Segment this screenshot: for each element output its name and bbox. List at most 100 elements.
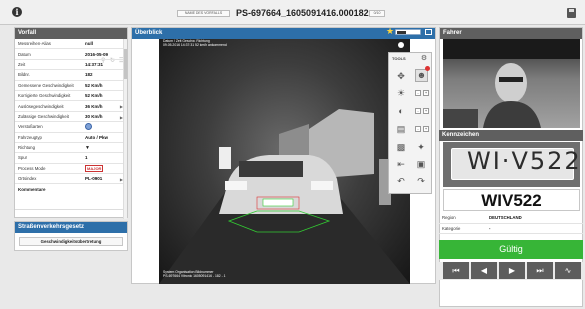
- region-label: Region: [442, 215, 456, 221]
- incident-row-label: Messreihen-Alias: [18, 41, 51, 47]
- incident-row: Richtung ▼: [15, 143, 127, 154]
- move-icon[interactable]: ✥: [396, 71, 406, 81]
- case-id: PS-697664_1605091416.000182: [236, 8, 369, 18]
- incident-row: Bildnr. 182: [15, 70, 127, 81]
- plate-value[interactable]: WIV522: [443, 189, 580, 211]
- camera-icon[interactable]: [398, 42, 404, 48]
- incident-row-value[interactable]: 52 Km/h: [85, 93, 103, 98]
- close-badge-icon[interactable]: [425, 66, 430, 71]
- contrast-icon[interactable]: ◐: [396, 106, 406, 116]
- driver-illustration: [443, 39, 580, 128]
- case-name-label[interactable]: NAME DES VORFALLS: [177, 10, 230, 17]
- law-panel-title: Straßenverkehrsgesetz: [15, 222, 127, 233]
- incident-row-value[interactable]: 36 Km/h: [85, 104, 103, 109]
- law-panel: Straßenverkehrsgesetz Geschwindigkeitsüb…: [14, 221, 128, 251]
- incident-row-label: Fahrzeugtyp: [18, 134, 42, 140]
- incident-row: Zulässige Geschwindigkeit 30 Km/h ▶: [15, 112, 127, 123]
- incident-row-value[interactable]: Auto / Pkw: [85, 135, 108, 140]
- incident-row-label: Spur: [18, 155, 28, 161]
- incident-row: Gemessene Geschwindigkeit 52 Km/h: [15, 81, 127, 91]
- comments-label: Kommentare: [18, 187, 46, 193]
- incident-row-label: Bildnr.: [18, 72, 30, 78]
- speeding-offense-button[interactable]: Geschwindigkeitsübertretung: [19, 237, 123, 246]
- undo-icon[interactable]: ↶: [396, 176, 406, 186]
- magic-wand-icon[interactable]: ✦: [416, 142, 426, 152]
- photo-overlay-top: Datum / Zeit Geschw. Richtung 09.05.2016…: [163, 39, 227, 47]
- incident-row-value[interactable]: null: [85, 41, 93, 46]
- incident-row-label: Verstoßarten: [18, 124, 43, 130]
- valid-button[interactable]: Gültig: [439, 240, 583, 259]
- star-icon[interactable]: ★: [386, 26, 394, 37]
- step-back-icon[interactable]: ⇤: [396, 159, 406, 169]
- overlay-bottom-values: PS-697664 Vitronic 1605091416 - 182 - 1: [163, 274, 226, 278]
- navigation-bar: ⏮ ◀ ▶ ⏭ ∿: [439, 262, 583, 280]
- category-label: Kategorie: [442, 225, 461, 231]
- direction-arrow-icon: ▼: [85, 144, 90, 151]
- previous-icon[interactable]: ◀: [471, 262, 497, 279]
- incident-row-label: Korrigierte Geschwindigkeit: [18, 93, 71, 99]
- histogram-icon[interactable]: ▩: [396, 142, 406, 152]
- contrast-minus-button[interactable]: -: [415, 108, 421, 114]
- region-value[interactable]: DEUTSCHLAND: [489, 215, 522, 220]
- levels-plus-button[interactable]: +: [423, 126, 429, 132]
- save-icon[interactable]: [567, 8, 576, 18]
- levels-icon[interactable]: ▤: [396, 124, 406, 134]
- incident-row: Zeit 14:37:31: [15, 60, 127, 71]
- incident-row-value[interactable]: 182: [85, 72, 93, 77]
- incident-row-label: Richtung: [18, 145, 35, 151]
- case-count: 0/10: [369, 10, 385, 17]
- brightness-icon[interactable]: ☀: [396, 88, 406, 98]
- incident-row-label: Ortsindex: [18, 176, 37, 182]
- incident-row: Ortsindex PL-0901 ▶: [15, 174, 127, 185]
- first-icon[interactable]: ⏮: [443, 262, 469, 279]
- incident-row-value[interactable]: PL-0901: [85, 176, 102, 181]
- evidence-photo[interactable]: [159, 39, 410, 284]
- incident-row: Spur 1: [15, 153, 127, 164]
- info-icon[interactable]: i: [12, 7, 22, 17]
- redo-icon[interactable]: ↷: [416, 176, 426, 186]
- last-icon[interactable]: ⏭: [527, 262, 553, 279]
- plate-details: Region DEUTSCHLAND Kategorie -: [439, 213, 583, 234]
- incident-panel-title: Vorfall ⚲ ↻ ☰: [15, 28, 127, 64]
- incident-row: Fahrzeugtyp Auto / Pkw: [15, 133, 127, 143]
- process-mode-badge[interactable]: MAJOR: [85, 164, 104, 172]
- levels-minus-button[interactable]: -: [415, 126, 421, 132]
- contrast-plus-button[interactable]: +: [423, 108, 429, 114]
- incident-row-value[interactable]: 30 Km/h: [85, 114, 103, 119]
- plate-title: Kennzeichen: [439, 130, 583, 141]
- incident-row: Auslösegeschwindigkeit 36 Km/h ▶: [15, 101, 127, 112]
- incident-row: Process Mode MAJOR: [15, 164, 127, 175]
- category-value[interactable]: -: [489, 226, 490, 231]
- incident-row-value[interactable]: 52 Km/h: [85, 83, 103, 88]
- incident-row-label: Process Mode: [18, 165, 46, 171]
- driver-photo[interactable]: [443, 39, 580, 128]
- incident-row-value[interactable]: 1: [85, 155, 88, 160]
- incident-row-value[interactable]: 14:37:31: [85, 62, 103, 67]
- incident-row-label: Zulässige Geschwindigkeit: [18, 113, 69, 119]
- incident-row: Verstoßarten: [15, 122, 127, 133]
- incident-row: Messreihen-Alias null: [15, 39, 127, 50]
- incident-row-label: Gemessene Geschwindigkeit: [18, 82, 74, 88]
- driver-title: Fahrer: [440, 28, 582, 39]
- next-icon[interactable]: ▶: [499, 262, 525, 279]
- brightness-minus-button[interactable]: -: [415, 90, 421, 96]
- tools-icon[interactable]: ∿: [555, 262, 581, 279]
- view-toggle[interactable]: [395, 29, 421, 35]
- plate-photo-text: WI·V522: [467, 147, 582, 175]
- violation-type-icon[interactable]: [85, 123, 92, 131]
- incident-row: Korrigierte Geschwindigkeit 52 Km/h: [15, 91, 127, 102]
- overlay-top-values: 09.05.2016 14:37:31 52 km/h ankommend: [163, 43, 227, 47]
- tools-label: TOOLS: [392, 56, 406, 61]
- photo-overlay-bottom: System Organisation Bildnummer PS-697664…: [163, 270, 226, 278]
- region-row: Region DEUTSCHLAND: [439, 213, 583, 224]
- crop-icon[interactable]: ▣: [416, 159, 426, 169]
- incident-panel: Vorfall ⚲ ↻ ☰ Messreihen-Alias null Datum 2…: [14, 27, 128, 219]
- incident-row-value[interactable]: 2016-05-09: [85, 52, 108, 57]
- maximize-icon[interactable]: [425, 29, 432, 35]
- scene-illustration: [159, 109, 410, 284]
- incident-row-label: Datum: [18, 51, 31, 57]
- settings-icon[interactable]: ⚙: [419, 54, 429, 64]
- comments-section[interactable]: Kommentare: [15, 184, 127, 211]
- incident-scrollbar[interactable]: [123, 39, 127, 219]
- brightness-plus-button[interactable]: +: [423, 90, 429, 96]
